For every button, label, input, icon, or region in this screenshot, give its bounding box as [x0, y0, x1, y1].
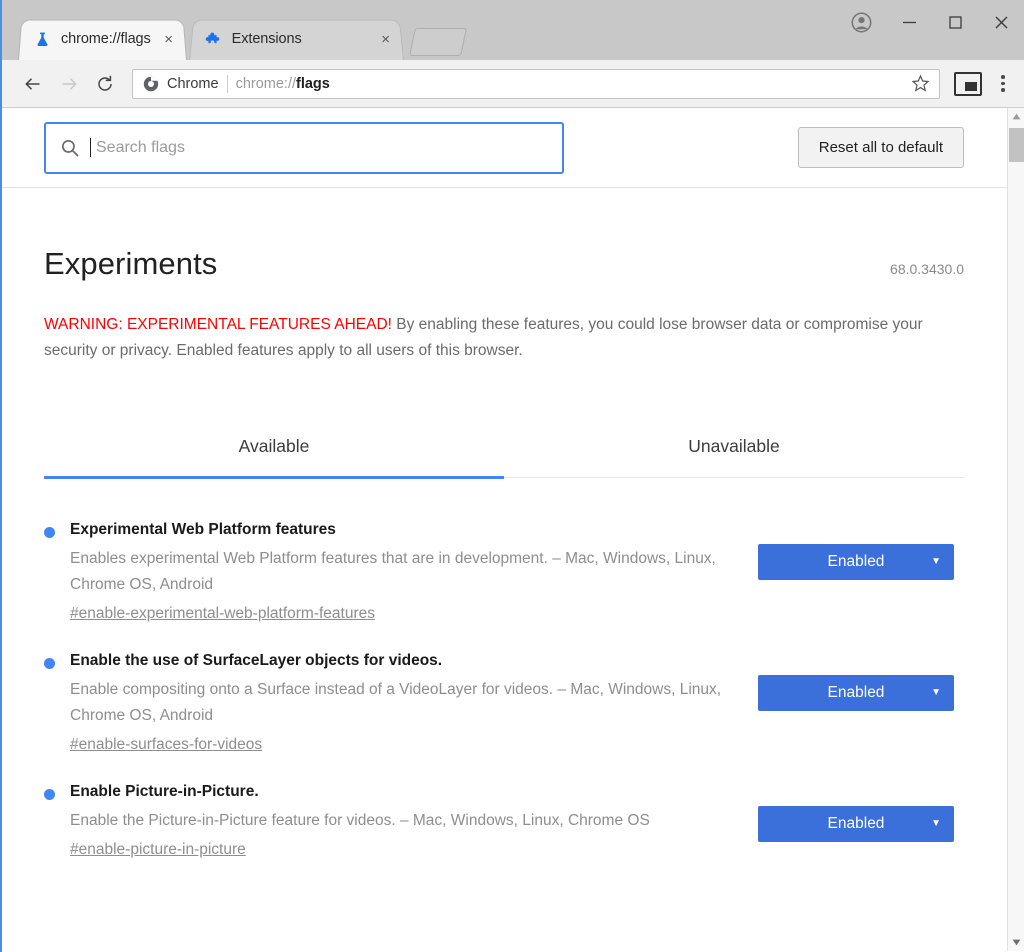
omnibox-url-prefix: chrome:// [235, 75, 297, 92]
flag-description: Enables experimental Web Platform featur… [70, 550, 716, 593]
search-input[interactable]: Search flags [44, 121, 564, 174]
title-row: Experiments 68.0.3430.0 [44, 188, 964, 282]
scrollbar-up-arrow-icon[interactable] [1008, 108, 1024, 125]
new-tab-button[interactable] [408, 28, 467, 56]
scrollbar-thumb[interactable] [1009, 128, 1024, 162]
back-button[interactable] [16, 67, 50, 101]
flags-list: Experimental Web Platform features Enabl… [44, 478, 964, 873]
flag-permalink[interactable]: #enable-picture-in-picture [70, 837, 246, 863]
flag-state-select[interactable]: Enabled ▼ [758, 675, 954, 711]
search-placeholder: Search flags [96, 138, 185, 156]
chrome-version: 68.0.3430.0 [890, 261, 964, 277]
address-bar[interactable]: Chrome chrome://flags [132, 68, 940, 99]
minimize-button[interactable] [886, 0, 932, 44]
flag-entry: Enable the use of SurfaceLayer objects f… [44, 637, 964, 768]
tab-title: Extensions [231, 31, 302, 47]
tab-title: chrome://flags [61, 31, 151, 47]
omnibox-url[interactable]: chrome://flags [236, 76, 901, 92]
browser-window: chrome://flags × Extensions × Chrome chr… [0, 0, 1024, 952]
omnibox-scheme-label: Chrome [167, 75, 219, 92]
flag-state-select[interactable]: Enabled ▼ [758, 806, 954, 842]
flag-state-label: Enabled [827, 553, 885, 570]
flag-status-dot-icon [44, 789, 55, 800]
window-controls [836, 0, 1024, 44]
flag-status-dot-icon [44, 658, 55, 669]
flag-permalink[interactable]: #enable-experimental-web-platform-featur… [70, 601, 375, 627]
reset-all-to-default-button[interactable]: Reset all to default [797, 127, 964, 168]
flag-info: Experimental Web Platform features Enabl… [44, 520, 734, 627]
tab-close-icon[interactable]: × [161, 31, 177, 47]
flag-control: Enabled ▼ [758, 651, 954, 711]
omnibox-url-host: flags [296, 75, 330, 92]
puzzle-piece-icon [205, 31, 222, 48]
scrollbar-down-arrow-icon[interactable] [1008, 934, 1024, 951]
browser-tab-flags[interactable]: chrome://flags × [18, 18, 187, 60]
page-title: Experiments [44, 246, 218, 281]
browser-toolbar: Chrome chrome://flags [2, 60, 1024, 108]
flag-entry: Enable Picture-in-Picture. Enable the Pi… [44, 768, 964, 873]
flag-control: Enabled ▼ [758, 782, 954, 842]
browser-tab-extensions[interactable]: Extensions × [188, 18, 404, 60]
flask-icon [34, 31, 51, 48]
text-caret [90, 138, 91, 157]
omnibox-separator [226, 74, 228, 93]
tab-available[interactable]: Available [44, 436, 504, 479]
flag-control: Enabled ▼ [758, 520, 954, 580]
search-bar-row: Search flags Reset all to default [2, 108, 1024, 188]
warning-title: WARNING: EXPERIMENTAL FEATURES AHEAD! [44, 316, 392, 333]
page-scrollbar[interactable] [1007, 108, 1024, 951]
chevron-down-icon: ▼ [931, 556, 941, 567]
chrome-menu-icon[interactable] [990, 67, 1016, 101]
flag-state-select[interactable]: Enabled ▼ [758, 544, 954, 580]
flag-status-dot-icon [44, 527, 55, 538]
flags-content: Experiments 68.0.3430.0 WARNING: EXPERIM… [2, 188, 1024, 873]
tab-close-icon[interactable]: × [378, 31, 394, 47]
flag-name: Experimental Web Platform features [70, 521, 336, 538]
flags-tabs: Available Unavailable [44, 436, 964, 479]
flag-name: Enable Picture-in-Picture. [70, 783, 259, 800]
flag-name: Enable the use of SurfaceLayer objects f… [70, 652, 443, 669]
tab-unavailable[interactable]: Unavailable [504, 436, 964, 477]
flag-description: Enable compositing onto a Surface instea… [70, 681, 722, 724]
forward-button[interactable] [52, 67, 86, 101]
chevron-down-icon: ▼ [931, 687, 941, 698]
flag-info: Enable Picture-in-Picture. Enable the Pi… [44, 782, 734, 863]
star-icon[interactable] [909, 74, 931, 93]
flag-description: Enable the Picture-in-Picture feature fo… [70, 812, 650, 829]
picture-in-picture-icon[interactable] [954, 71, 982, 96]
close-button[interactable] [978, 0, 1024, 44]
search-icon [60, 138, 80, 158]
flag-state-label: Enabled [827, 815, 885, 832]
maximize-button[interactable] [932, 0, 978, 44]
flags-page: Search flags Reset all to default Experi… [2, 108, 1024, 951]
reload-button[interactable] [88, 67, 122, 101]
tab-strip: chrome://flags × Extensions × [2, 0, 1024, 60]
flag-entry: Experimental Web Platform features Enabl… [44, 506, 964, 637]
flag-permalink[interactable]: #enable-surfaces-for-videos [70, 732, 262, 758]
avatar-icon[interactable] [836, 0, 886, 44]
chevron-down-icon: ▼ [931, 818, 941, 829]
flag-info: Enable the use of SurfaceLayer objects f… [44, 651, 734, 758]
chrome-logo-icon [143, 76, 159, 92]
warning-text: WARNING: EXPERIMENTAL FEATURES AHEAD! By… [44, 312, 924, 364]
flag-state-label: Enabled [827, 684, 885, 701]
